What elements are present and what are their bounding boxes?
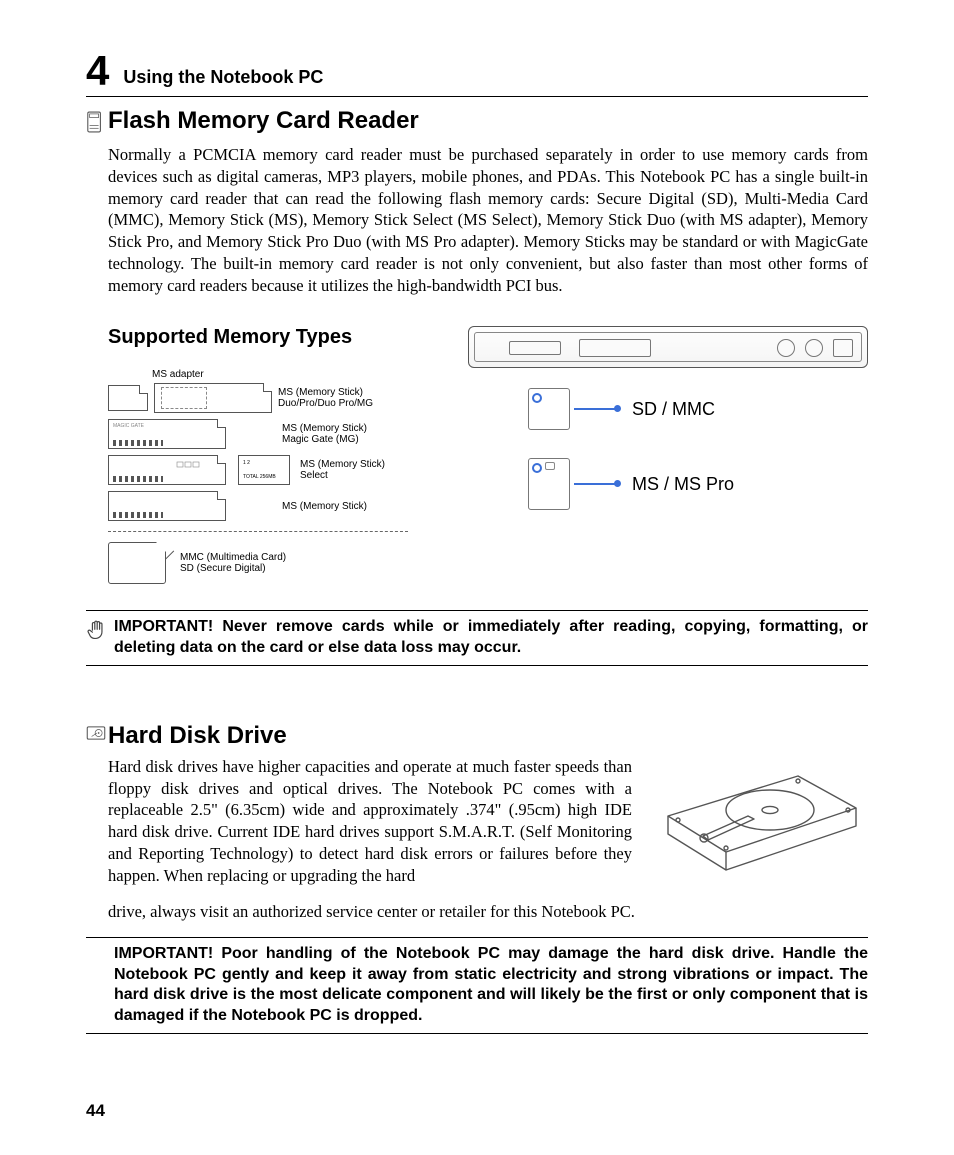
important-notice: IMPORTANT! Never remove cards while or i… [86,610,868,666]
chapter-number: 4 [86,50,109,92]
chapter-header: 4 Using the Notebook PC [86,50,868,97]
important-text: IMPORTANT! Never remove cards while or i… [114,617,868,659]
important-notice: IMPORTANT! Poor handling of the Notebook… [86,937,868,1034]
memory-table: MS adapter MS (Memory Stick) Duo/Pro/Duo… [108,369,448,584]
slot-row-sd: SD / MMC [468,388,868,430]
memory-row-label: MS (Memory Stick) Select [300,459,385,481]
sd-slot-icon [528,388,570,430]
section-row: Flash Memory Card Reader [86,107,868,138]
section-title-flash: Flash Memory Card Reader [108,107,419,135]
section-row: Hard Disk Drive [86,722,868,750]
slot-label-ms: MS / MS Pro [632,474,734,495]
memory-card-icon [86,111,108,138]
slot-label-sd: SD / MMC [632,399,715,420]
ms-mg-card-icon: MAGIC GATE [108,419,226,449]
laptop-side-diagram: SD / MMC MS / MS Pro [468,326,868,538]
ms-duo-card-icon [108,385,148,411]
adapter-label: MS adapter [152,369,448,380]
hand-stop-icon [86,619,114,650]
memory-row: MS (Memory Stick) Duo/Pro/Duo Pro/MG [108,383,448,413]
dashed-separator [108,531,408,532]
section-body-flash: Normally a PCMCIA memory card reader mus… [108,144,868,296]
ms-adapter-icon [154,383,272,413]
important-text: IMPORTANT! Poor handling of the Notebook… [114,944,868,1027]
ms-card-icon [108,491,226,521]
hdd-content: Hard disk drives have higher capacities … [108,756,868,901]
ms-slot-icon [528,458,570,510]
memory-row: MS (Memory Stick) [108,491,448,521]
memory-types-block: Supported Memory Types MS adapter MS (Me… [108,326,868,590]
ms-select-card-icon [108,455,226,485]
memory-row: 1 2 TOTAL 256MB MS (Memory Stick) Select [108,455,448,485]
memory-row-label: MS (Memory Stick) Duo/Pro/Duo Pro/MG [278,387,373,409]
hdd-body-bottom: drive, always visit an authorized servic… [108,901,868,923]
select-switch-icon: 1 2 TOTAL 256MB [238,455,290,485]
memory-row: MMC (Multimedia Card) SD (Secure Digital… [108,542,448,584]
memory-row-label: MS (Memory Stick) [282,501,367,512]
chapter-title: Using the Notebook PC [123,67,323,88]
memory-row: MAGIC GATE MS (Memory Stick) Magic Gate … [108,419,448,449]
page-number: 44 [86,1101,105,1121]
memory-row-label: MMC (Multimedia Card) SD (Secure Digital… [180,552,286,574]
mmc-sd-card-icon [108,542,166,584]
hdd-body-top: Hard disk drives have higher capacities … [108,756,632,887]
hdd-icon [86,726,108,745]
section-title-hdd: Hard Disk Drive [108,722,287,750]
hdd-isometric-icon [648,756,868,901]
memory-row-label: MS (Memory Stick) Magic Gate (MG) [282,423,367,445]
memory-subtitle: Supported Memory Types [108,326,448,349]
slot-row-ms: MS / MS Pro [468,458,868,510]
